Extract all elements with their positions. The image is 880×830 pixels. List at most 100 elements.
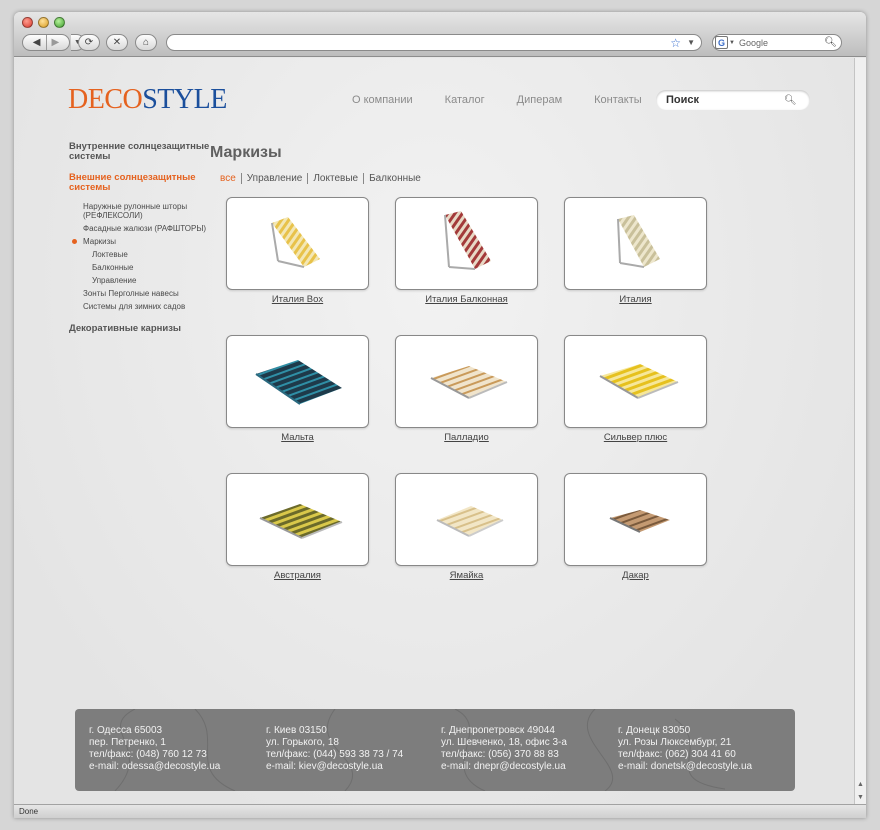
product-label[interactable]: Италия Балконная [395,294,538,305]
office-phone: тел/факс: (044) 593 38 73 / 74 [266,749,404,760]
stop-icon: ✕ [112,37,122,48]
active-bullet-icon [72,239,77,244]
site-search: 🔍︎ [656,90,810,110]
office-city: г. Одесса 65003 [89,725,163,736]
site-search-input[interactable] [666,94,784,106]
filter-tabs: все Управление Локтевые Балконные [220,173,426,184]
product-card[interactable]: Италия Box [226,197,369,305]
minimize-window-button[interactable] [38,17,49,28]
product-label[interactable]: Мальта [226,432,369,443]
product-card[interactable]: Палладио [395,335,538,443]
forward-arrow-icon[interactable]: ▶ [52,37,60,48]
bookmark-star-icon[interactable]: ☆ [670,36,681,50]
office-email[interactable]: e-mail: kiev@decostyle.ua [266,761,403,773]
filter-balcony[interactable]: Балконные [363,173,426,184]
sidebar-item-facade-blinds[interactable]: Фасадные жалюзи (РАФШТОРЫ) [69,224,219,233]
product-image[interactable] [226,197,369,290]
office-email[interactable]: e-mail: donetsk@decostyle.ua [618,761,752,773]
product-label[interactable]: Дакар [564,570,707,581]
awning-icon [436,505,503,537]
sidebar-category-internal[interactable]: Внутренние солнцезащитные системы [69,142,219,162]
scroll-up-arrow-icon[interactable]: ▲ [855,779,866,791]
awning-icon [443,210,491,270]
product-label[interactable]: Австралия [226,570,369,581]
window-controls [22,17,65,28]
product-image[interactable] [395,197,538,290]
status-bar: Done [14,804,866,818]
product-image[interactable] [395,473,538,566]
product-card[interactable]: Сильвер плюс [564,335,707,443]
product-label[interactable]: Италия [564,294,707,305]
nav-about[interactable]: О компании [352,94,413,106]
product-image[interactable] [564,335,707,428]
sidebar-subitem-elbow[interactable]: Локтевые [69,250,219,259]
awning-icon [616,214,660,268]
sidebar-item-awnings[interactable]: Маркизы [69,237,219,246]
filter-control[interactable]: Управление [240,173,308,184]
search-icon[interactable]: 🔍︎ [824,37,837,48]
sidebar-category-external[interactable]: Внешние солнцезащитные системы [69,173,219,193]
nav-contacts[interactable]: Контакты [594,94,642,106]
close-window-button[interactable] [22,17,33,28]
office-phone: тел/факс: (056) 370 88 83 [441,749,559,760]
footer-office-kiev: г. Киев 03150 ул. Горького, 18 тел/факс:… [266,725,403,773]
office-street: ул. Горького, 18 [266,737,339,748]
sidebar-category-cornices[interactable]: Декоративные карнизы [69,324,219,334]
page-title: Маркизы [210,144,282,161]
awning-icon [270,216,320,268]
reload-icon: ⟳ [84,37,94,48]
product-card[interactable]: Италия Балконная [395,197,538,305]
maximize-window-button[interactable] [54,17,65,28]
site-logo[interactable]: DECOSTYLE [68,84,227,116]
home-icon: ⌂ [142,37,150,48]
browser-search-placeholder: Google [738,37,768,48]
product-card[interactable]: Ямайка [395,473,538,581]
search-engine-dropdown-icon[interactable]: ▼ [729,40,735,46]
stop-button[interactable]: ✕ [106,34,128,51]
office-city: г. Киев 03150 [266,725,327,736]
nav-dealers[interactable]: Диперам [517,94,562,106]
sidebar-subitem-balcony[interactable]: Балконные [69,263,219,272]
browser-search-field[interactable]: G ▼ Google 🔍︎ [712,34,842,51]
google-logo-icon: G [715,36,728,49]
product-image[interactable] [226,335,369,428]
office-phone: тел/факс: (062) 304 41 60 [618,749,736,760]
product-label[interactable]: Палладио [395,432,538,443]
product-label[interactable]: Италия Box [226,294,369,305]
back-arrow-icon[interactable]: ◀ [33,37,41,48]
sidebar: Внутренние солнцезащитные системы Внешни… [69,130,219,334]
filter-all[interactable]: все [220,173,241,184]
filter-elbow[interactable]: Локтевые [307,173,363,184]
vertical-scrollbar[interactable]: ▲ ▼ [854,58,866,804]
browser-toolbar: ◀ ▶ ▼ ⟳ ✕ ⌂ ☆ ▼ G ▼ Google 🔍︎ [14,12,866,57]
product-card[interactable]: Дакар [564,473,707,581]
product-label[interactable]: Сильвер плюс [564,432,707,443]
product-card[interactable]: Италия [564,197,707,305]
url-dropdown-icon[interactable]: ▼ [687,35,695,50]
nav-catalog[interactable]: Каталог [445,94,485,106]
sidebar-item-roller-shutters[interactable]: Наружные рулонные шторы (РЕФЛЕКСОЛИ) [69,202,219,220]
product-label[interactable]: Ямайка [395,570,538,581]
logo-part-deco: DECO [68,84,143,115]
reload-button[interactable]: ⟳ [78,34,100,51]
sidebar-item-winter-gardens[interactable]: Системы для зимних садов [69,302,219,311]
address-bar[interactable]: ☆ ▼ [166,34,702,51]
footer-office-odessa: г. Одесса 65003 пер. Петренко, 1 тел/фак… [89,725,220,773]
product-image[interactable] [226,473,369,566]
office-street: ул. Шевченко, 18, офис 3-а [441,737,567,748]
product-image[interactable] [564,197,707,290]
product-card[interactable]: Австралия [226,473,369,581]
office-email[interactable]: e-mail: odessa@decostyle.ua [89,761,220,773]
sidebar-subitem-control[interactable]: Управление [69,276,219,285]
scroll-down-arrow-icon[interactable]: ▼ [855,792,866,804]
product-card[interactable]: Мальта [226,335,369,443]
search-icon[interactable]: 🔍︎ [784,95,797,106]
footer-office-dnepr: г. Днепропетровск 49044 ул. Шевченко, 18… [441,725,567,773]
office-email[interactable]: e-mail: dnepr@decostyle.ua [441,761,567,773]
product-image[interactable] [395,335,538,428]
awning-icon [430,365,507,399]
home-button[interactable]: ⌂ [135,34,157,51]
sidebar-item-umbrellas[interactable]: Зонты Перголные навесы [69,289,219,298]
sidebar-item-label: Маркизы [83,237,117,246]
product-image[interactable] [564,473,707,566]
